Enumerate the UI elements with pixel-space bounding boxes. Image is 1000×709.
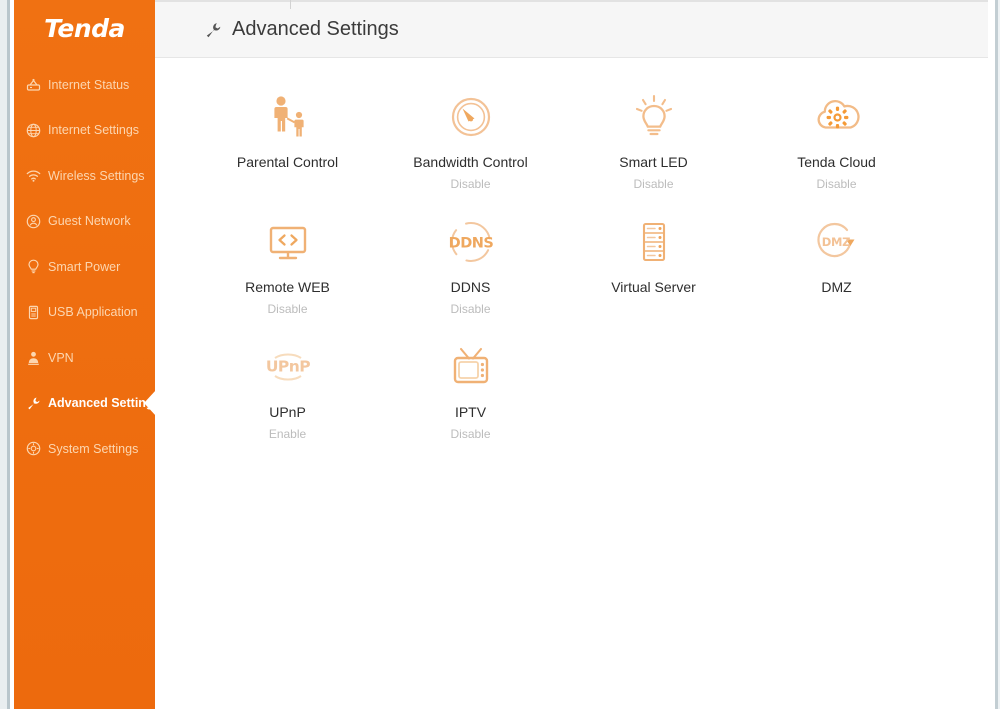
tile-status: Disable: [450, 177, 491, 192]
monitor-code-icon: [263, 215, 313, 269]
vpn-user-icon: [25, 349, 42, 366]
sidebar-nav: Internet Status Internet Settings Wirele…: [14, 62, 161, 472]
lightbulb-icon: [629, 90, 679, 144]
tile-label: Smart LED: [619, 154, 688, 170]
power-bulb-icon: [25, 258, 42, 275]
tile-status: Disable: [816, 177, 857, 192]
sidebar-item-label: USB Application: [48, 305, 138, 320]
usb-drive-icon: [25, 304, 42, 321]
sidebar-item-label: Internet Status: [48, 77, 130, 92]
tile-tenda-cloud[interactable]: Tenda Cloud Disable: [745, 84, 928, 209]
cloud-gear-icon: [812, 90, 862, 144]
wrench-icon: [203, 20, 223, 40]
tile-status: Disable: [450, 302, 491, 317]
svg-text:DMZ: DMZ: [821, 235, 849, 249]
tile-smart-led[interactable]: Smart LED Disable: [562, 84, 745, 209]
sidebar-item-label: VPN: [48, 350, 74, 365]
sidebar: Tenda Internet Status Internet Settings …: [14, 0, 161, 709]
upnp-icon: UPnP: [263, 340, 313, 394]
tile-label: IPTV: [454, 404, 487, 420]
tile-iptv[interactable]: IPTV Disable: [379, 334, 562, 459]
tile-ddns[interactable]: DDNS DDNS Disable: [379, 209, 562, 334]
tile-status: Disable: [267, 302, 308, 317]
dmz-icon: DMZ: [812, 215, 862, 269]
tile-status: Disable: [450, 427, 491, 442]
sidebar-item-label: Guest Network: [48, 214, 131, 229]
sidebar-item-advanced-settings[interactable]: Advanced Settings: [14, 381, 161, 427]
tile-label: Parental Control: [236, 154, 339, 170]
sidebar-item-smart-power[interactable]: Smart Power: [14, 244, 155, 290]
bandwidth-gauge-icon: [446, 90, 496, 144]
sidebar-item-label: Smart Power: [48, 259, 121, 274]
sidebar-item-internet-settings[interactable]: Internet Settings: [14, 108, 155, 154]
ddns-icon: DDNS: [446, 215, 496, 269]
globe-icon: [25, 122, 42, 139]
svg-text:UPnP: UPnP: [265, 358, 309, 376]
feature-grid: Parental Control Bandwidth Control Disab…: [196, 58, 988, 459]
sidebar-item-system-settings[interactable]: System Settings: [14, 426, 155, 472]
parental-control-icon: [263, 90, 313, 144]
sidebar-item-usb-application[interactable]: USB Application: [14, 290, 155, 336]
gear-circle-icon: [25, 440, 42, 457]
guest-network-icon: [25, 213, 42, 230]
sidebar-item-label: Wireless Settings: [48, 168, 145, 183]
tile-label: Remote WEB: [245, 279, 330, 295]
main-panel: Advanced Settings Parental Control Bandw…: [155, 2, 988, 709]
tile-remote-web[interactable]: Remote WEB Disable: [196, 209, 379, 334]
window-top-hairline: [155, 0, 1000, 2]
wrench-icon: [25, 395, 42, 412]
tile-bandwidth-control[interactable]: Bandwidth Control Disable: [379, 84, 562, 209]
router-admin-page: Tenda Internet Status Internet Settings …: [0, 0, 1000, 709]
tile-parental-control[interactable]: Parental Control: [196, 84, 379, 209]
tv-icon: [446, 340, 496, 394]
window-tab-seam: [290, 0, 291, 9]
wifi-icon: [25, 167, 42, 184]
page-header: Advanced Settings: [155, 2, 988, 58]
sidebar-item-label: System Settings: [48, 441, 139, 456]
tile-upnp[interactable]: UPnP UPnP Enable: [196, 334, 379, 459]
sidebar-item-vpn[interactable]: VPN: [14, 335, 155, 381]
tile-label: Virtual Server: [611, 279, 696, 295]
tile-virtual-server[interactable]: Virtual Server: [562, 209, 745, 334]
tile-label: DDNS: [450, 279, 491, 295]
window-left-outer-edge: [0, 0, 7, 709]
tile-label: Tenda Cloud: [797, 154, 876, 170]
router-icon: [25, 76, 42, 93]
sidebar-item-internet-status[interactable]: Internet Status: [14, 62, 155, 108]
tile-dmz[interactable]: DMZ DMZ: [745, 209, 928, 334]
server-rack-icon: [629, 215, 679, 269]
sidebar-item-label: Internet Settings: [48, 123, 140, 138]
sidebar-item-wireless-settings[interactable]: Wireless Settings: [14, 153, 155, 199]
tile-label: Bandwidth Control: [413, 154, 528, 170]
svg-text:DDNS: DDNS: [448, 236, 493, 252]
tile-status: Disable: [633, 177, 674, 192]
tile-status: Enable: [268, 427, 307, 442]
page-title: Advanced Settings: [232, 18, 399, 40]
sidebar-item-guest-network[interactable]: Guest Network: [14, 199, 155, 245]
brand-logo[interactable]: Tenda: [14, 14, 155, 43]
tile-label: DMZ: [821, 279, 852, 295]
tile-label: UPnP: [269, 404, 306, 420]
